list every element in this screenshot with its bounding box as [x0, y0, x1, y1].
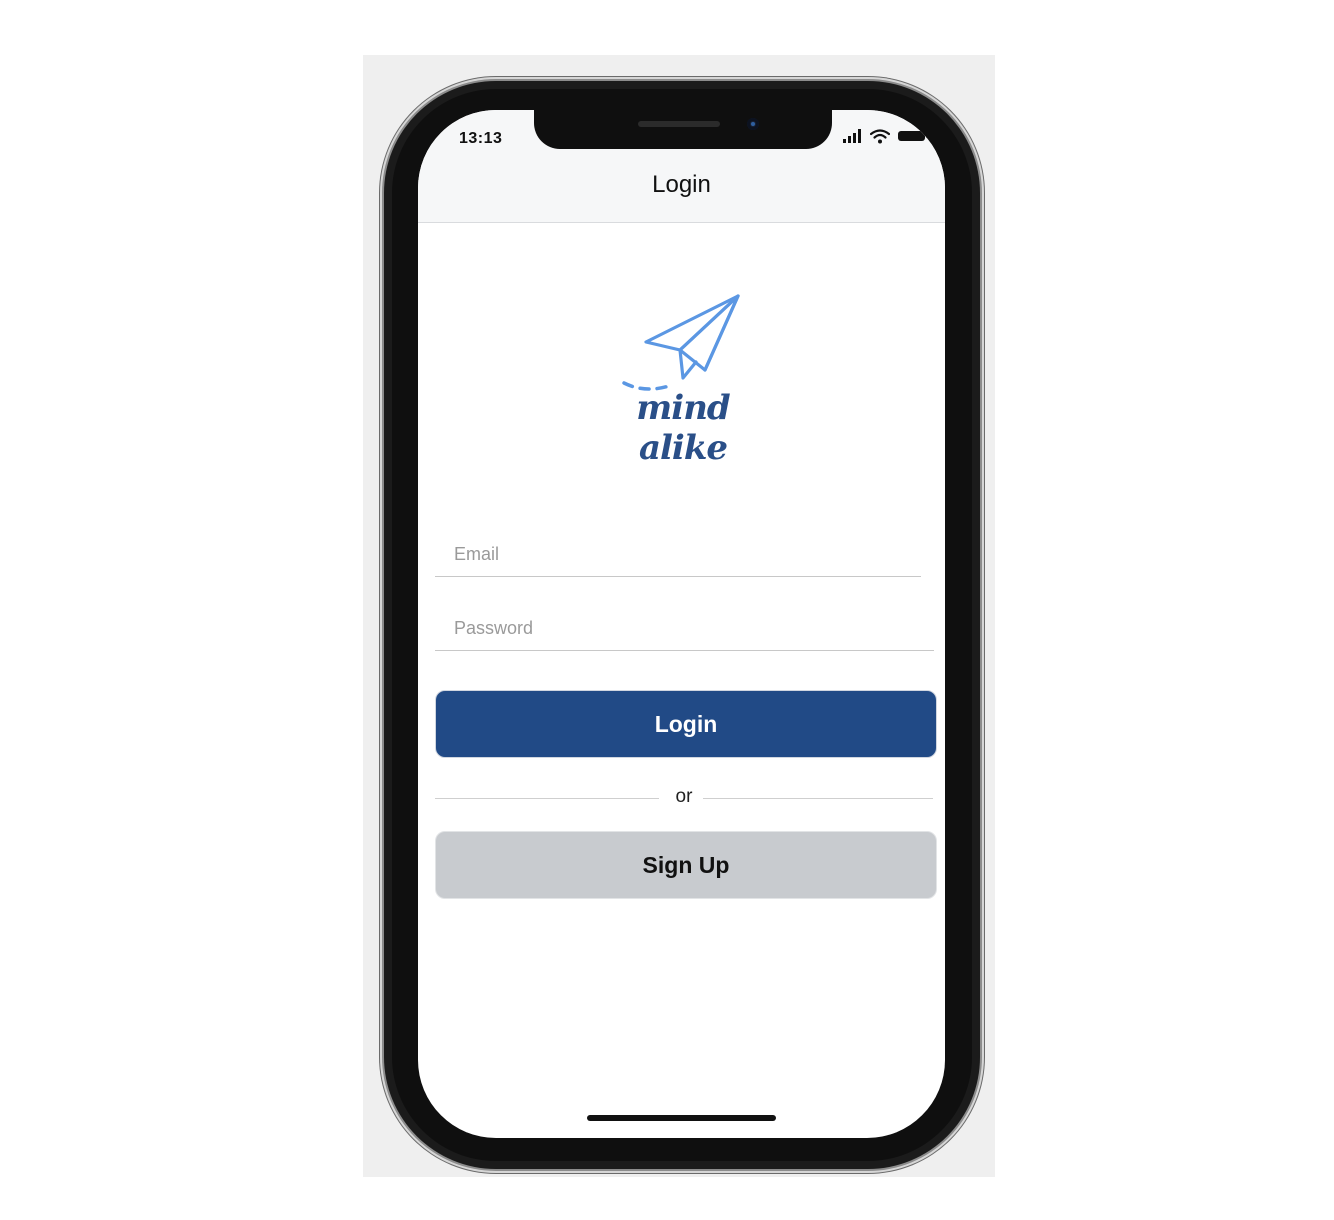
logo-wordmark: mind alike — [636, 388, 730, 468]
volume-up-button — [379, 302, 383, 380]
speaker-grille — [638, 121, 720, 127]
login-button-label: Login — [654, 710, 718, 737]
front-camera — [747, 118, 759, 130]
device-notch — [534, 110, 832, 149]
or-divider: or — [435, 786, 933, 810]
password-field-wrapper — [435, 606, 934, 651]
wifi-icon — [870, 128, 890, 143]
home-indicator[interactable] — [587, 1115, 776, 1121]
mute-switch — [379, 226, 383, 266]
sign-up-button[interactable]: Sign Up — [435, 831, 937, 899]
status-icons — [843, 126, 929, 146]
app-screen: 13:13 Login mind alike Email Login or Si… — [418, 110, 945, 1138]
app-logo: mind alike — [588, 290, 778, 468]
sign-up-button-label: Sign Up — [642, 851, 730, 878]
password-input[interactable] — [435, 606, 934, 650]
email-field-wrapper — [435, 532, 921, 577]
signal-icon — [843, 129, 861, 143]
volume-down-button — [379, 402, 383, 480]
page-title: Login — [652, 171, 711, 198]
divider-label: or — [675, 786, 693, 807]
login-button[interactable]: Login — [435, 690, 937, 758]
battery-icon — [898, 131, 928, 141]
status-time: 13:13 — [459, 130, 503, 147]
email-input[interactable] — [435, 532, 921, 576]
divider-line-right — [703, 798, 933, 799]
power-button — [981, 333, 985, 453]
